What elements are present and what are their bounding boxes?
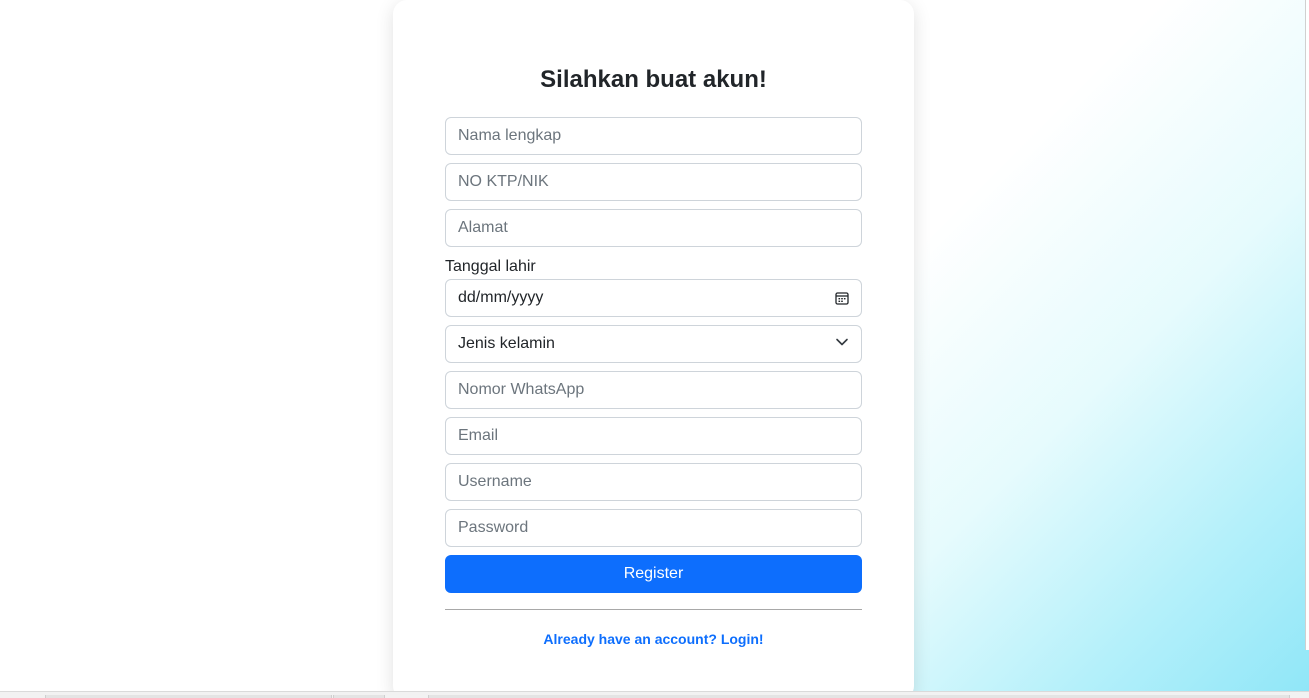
username-input[interactable] xyxy=(445,463,862,501)
register-button[interactable]: Register xyxy=(445,555,862,593)
full-name-input[interactable] xyxy=(445,117,862,155)
gender-select[interactable]: Jenis kelamin xyxy=(445,325,862,363)
password-input[interactable] xyxy=(445,509,862,547)
birthdate-label: Tanggal lahir xyxy=(445,258,536,275)
ktp-nik-input[interactable] xyxy=(445,163,862,201)
birthdate-value: dd/mm/yyyy xyxy=(458,289,544,306)
address-input[interactable] xyxy=(445,209,862,247)
page-title: Silahkan buat akun! xyxy=(540,66,767,93)
email-input[interactable] xyxy=(445,417,862,455)
window-edge xyxy=(1305,0,1309,650)
gender-selected-value: Jenis kelamin xyxy=(458,335,555,352)
bottom-scrollbar[interactable] xyxy=(0,691,1309,698)
chevron-down-icon xyxy=(835,335,849,354)
login-link[interactable]: Already have an account? Login! xyxy=(393,630,914,648)
divider xyxy=(445,609,862,610)
calendar-icon[interactable] xyxy=(835,291,849,305)
birthdate-input[interactable]: dd/mm/yyyy xyxy=(445,279,862,317)
whatsapp-input[interactable] xyxy=(445,371,862,409)
page-background: Silahkan buat akun! Tanggal lahir dd/mm/… xyxy=(0,0,1309,698)
register-card: Silahkan buat akun! Tanggal lahir dd/mm/… xyxy=(393,0,914,698)
